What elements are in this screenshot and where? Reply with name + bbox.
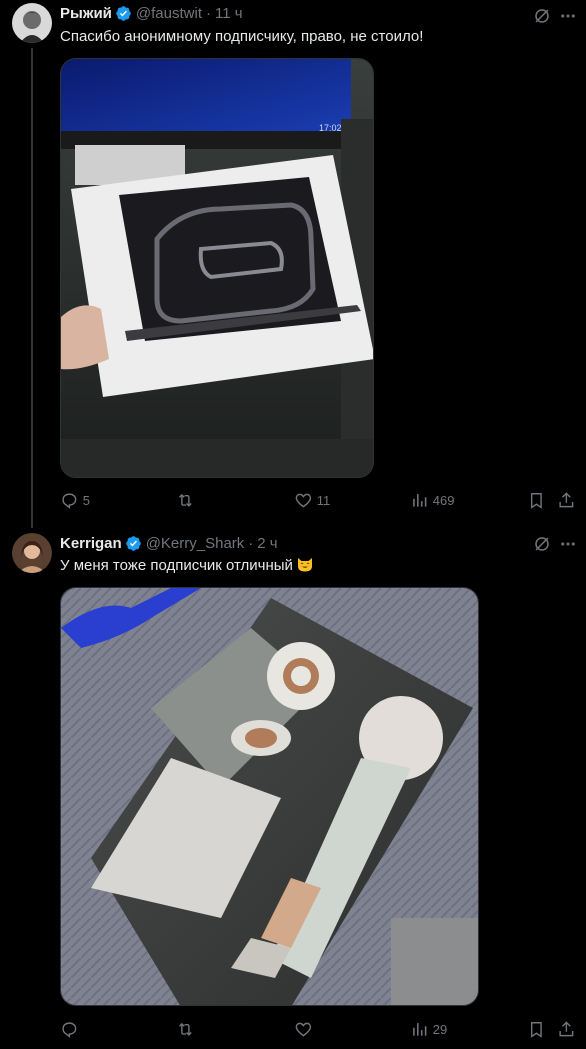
bookmark-button[interactable]: [527, 490, 546, 510]
thread-line: [31, 48, 33, 528]
tweet-text: Спасибо анонимному подписчику, право, не…: [60, 28, 424, 45]
like-button[interactable]: [294, 1019, 317, 1039]
avatar[interactable]: [12, 533, 52, 573]
verified-badge-icon: [125, 535, 141, 551]
tweet-photo[interactable]: 17:02: [60, 58, 374, 478]
bookmark-icon: [530, 1021, 542, 1038]
separator-dot: ·: [206, 4, 211, 22]
more-options-icon[interactable]: [558, 6, 578, 26]
retweet-icon: [179, 1022, 192, 1036]
more-options-icon[interactable]: [558, 534, 578, 554]
grok-icon[interactable]: [532, 534, 552, 554]
reply-button[interactable]: 5: [60, 490, 90, 510]
grok-icon[interactable]: [532, 6, 552, 26]
reply-icon: [62, 1022, 77, 1038]
share-icon: [559, 1020, 574, 1036]
verified-badge-icon: [116, 5, 131, 21]
bookmark-icon: [530, 492, 542, 509]
tweet-2[interactable]: Kerrigan @Kerry_Shark · 2 ч У меня тоже …: [0, 525, 586, 1049]
retweet-icon: [179, 493, 192, 507]
tweet-photo[interactable]: [60, 587, 479, 1006]
share-icon: [559, 491, 574, 507]
tweet-header: Рыжий @faustwit · 11 ч: [60, 3, 243, 23]
tweet-text-content: У меня тоже подписчик отличный: [60, 557, 293, 574]
reply-count: 5: [82, 492, 90, 508]
views-button[interactable]: 469: [410, 490, 454, 510]
avatar[interactable]: [12, 3, 52, 43]
timestamp[interactable]: 11 ч: [215, 5, 243, 22]
share-button[interactable]: [557, 1019, 576, 1039]
views-count: 469: [432, 492, 455, 508]
views-icon: [413, 493, 427, 507]
share-button[interactable]: [557, 490, 576, 510]
views-count: 29: [432, 1021, 448, 1037]
views-icon: [413, 1022, 427, 1036]
like-button[interactable]: 11: [294, 490, 330, 510]
author-handle[interactable]: @Kerry_Shark: [146, 535, 245, 552]
views-button[interactable]: 29: [410, 1019, 447, 1039]
like-count: 11: [316, 492, 331, 508]
retweet-button[interactable]: [176, 490, 199, 510]
like-icon: [295, 493, 312, 508]
author-name[interactable]: Рыжий: [60, 5, 112, 22]
tweet-1[interactable]: Рыжий @faustwit · 11 ч Спасибо анонимном…: [0, 0, 586, 528]
separator-dot: ·: [248, 534, 254, 552]
reply-icon: [62, 493, 77, 509]
like-icon: [295, 1022, 312, 1037]
bookmark-button[interactable]: [527, 1019, 546, 1039]
retweet-button[interactable]: [176, 1019, 199, 1039]
timestamp[interactable]: 2 ч: [257, 535, 277, 552]
reply-button[interactable]: [60, 1019, 83, 1039]
author-name[interactable]: Kerrigan: [60, 535, 122, 552]
tweet-text: У меня тоже подписчик отличный: [60, 555, 314, 576]
author-handle[interactable]: @faustwit: [136, 5, 202, 22]
smiling-cat-emoji-icon: [297, 558, 312, 572]
tweet-header: Kerrigan @Kerry_Shark · 2 ч: [60, 533, 278, 553]
